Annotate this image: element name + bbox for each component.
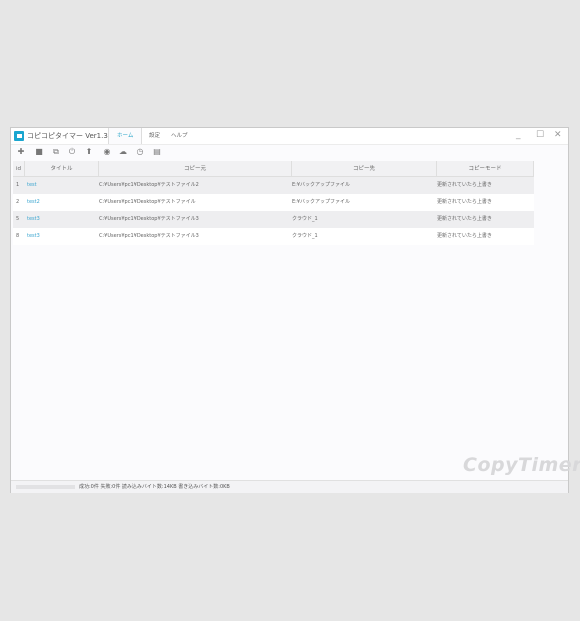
row-source: C:¥Users¥pc1¥Desktop¥テストファイル3 <box>99 233 199 239</box>
clock-icon[interactable]: ◷ <box>136 148 144 156</box>
row-source: C:¥Users¥pc1¥Desktop¥テストファイル3 <box>99 216 199 222</box>
column-header-source[interactable]: コピー元 <box>99 161 292 177</box>
delete-icon[interactable]: ■ <box>35 148 43 156</box>
table-row[interactable]: 1 test C:¥Users¥pc1¥Desktop¥テストファイル2 E:¥… <box>13 177 534 194</box>
app-title: コピコピタイマー Ver1.31 <box>27 132 113 140</box>
tab-settings[interactable]: 設定 <box>149 128 160 144</box>
table-row[interactable]: 5 test3 C:¥Users¥pc1¥Desktop¥テストファイル3 クラ… <box>13 211 534 228</box>
power-icon[interactable]: ⏻ <box>68 148 76 156</box>
row-source: C:¥Users¥pc1¥Desktop¥テストファイル <box>99 199 196 205</box>
row-title: test3 <box>27 233 40 239</box>
cloud-upload-icon[interactable]: ☁ <box>119 148 127 156</box>
status-bar: 成功:0件 失敗:0件 読み込みバイト数:14KB 書き込みバイト数:0KB <box>11 480 568 493</box>
app-logo-icon <box>14 131 24 141</box>
row-copy-mode: 更新されていたら上書き <box>437 199 492 205</box>
title-bar: コピコピタイマー Ver1.31 ホーム 設定 ヘルプ _ ☐ ✕ <box>11 128 568 145</box>
progress-bar <box>16 485 75 489</box>
row-source: C:¥Users¥pc1¥Desktop¥テストファイル2 <box>99 182 199 188</box>
app-watermark-logo: CopyTimer <box>463 454 580 476</box>
row-destination: E:¥バックアップファイル <box>292 182 351 188</box>
document-icon[interactable]: ▤ <box>153 148 161 156</box>
column-header-id[interactable]: id <box>13 161 25 177</box>
row-destination: クラウド_1 <box>292 216 318 222</box>
tab-help[interactable]: ヘルプ <box>171 128 188 144</box>
row-destination: E:¥バックアップファイル <box>292 199 351 205</box>
row-title: test2 <box>27 199 40 205</box>
copy-icon[interactable]: ⧉ <box>52 148 60 156</box>
add-icon[interactable]: ✚ <box>17 148 25 156</box>
column-header-title[interactable]: タイトル <box>25 161 99 177</box>
status-text: 成功:0件 失敗:0件 読み込みバイト数:14KB 書き込みバイト数:0KB <box>79 484 230 490</box>
row-id: 8 <box>16 233 20 239</box>
row-id: 2 <box>16 199 20 205</box>
table-row[interactable]: 2 test2 C:¥Users¥pc1¥Desktop¥テストファイル E:¥… <box>13 194 534 211</box>
upload-icon[interactable]: ⬆ <box>85 148 93 156</box>
row-id: 5 <box>16 216 20 222</box>
close-button[interactable]: ✕ <box>554 130 562 140</box>
row-copy-mode: 更新されていたら上書き <box>437 233 492 239</box>
row-destination: クラウド_1 <box>292 233 318 239</box>
app-window: コピコピタイマー Ver1.31 ホーム 設定 ヘルプ _ ☐ ✕ ✚ ■ ⧉ … <box>10 127 580 493</box>
maximize-button[interactable]: ☐ <box>536 130 544 140</box>
tab-home[interactable]: ホーム <box>108 128 143 144</box>
row-copy-mode: 更新されていたら上書き <box>437 182 492 188</box>
column-header-copy-mode[interactable]: コピーモード <box>437 161 534 177</box>
row-title: test <box>27 182 37 188</box>
column-header-destination[interactable]: コピー先 <box>292 161 437 177</box>
row-id: 1 <box>16 182 20 188</box>
record-icon[interactable]: ◉ <box>103 148 111 156</box>
toolbar: ✚ ■ ⧉ ⏻ ⬆ ◉ ☁ ◷ ▤ <box>11 145 568 160</box>
table-row[interactable]: 8 test3 C:¥Users¥pc1¥Desktop¥テストファイル3 クラ… <box>13 228 534 245</box>
minimize-button[interactable]: _ <box>516 130 521 140</box>
row-title: test3 <box>27 216 40 222</box>
row-copy-mode: 更新されていたら上書き <box>437 216 492 222</box>
